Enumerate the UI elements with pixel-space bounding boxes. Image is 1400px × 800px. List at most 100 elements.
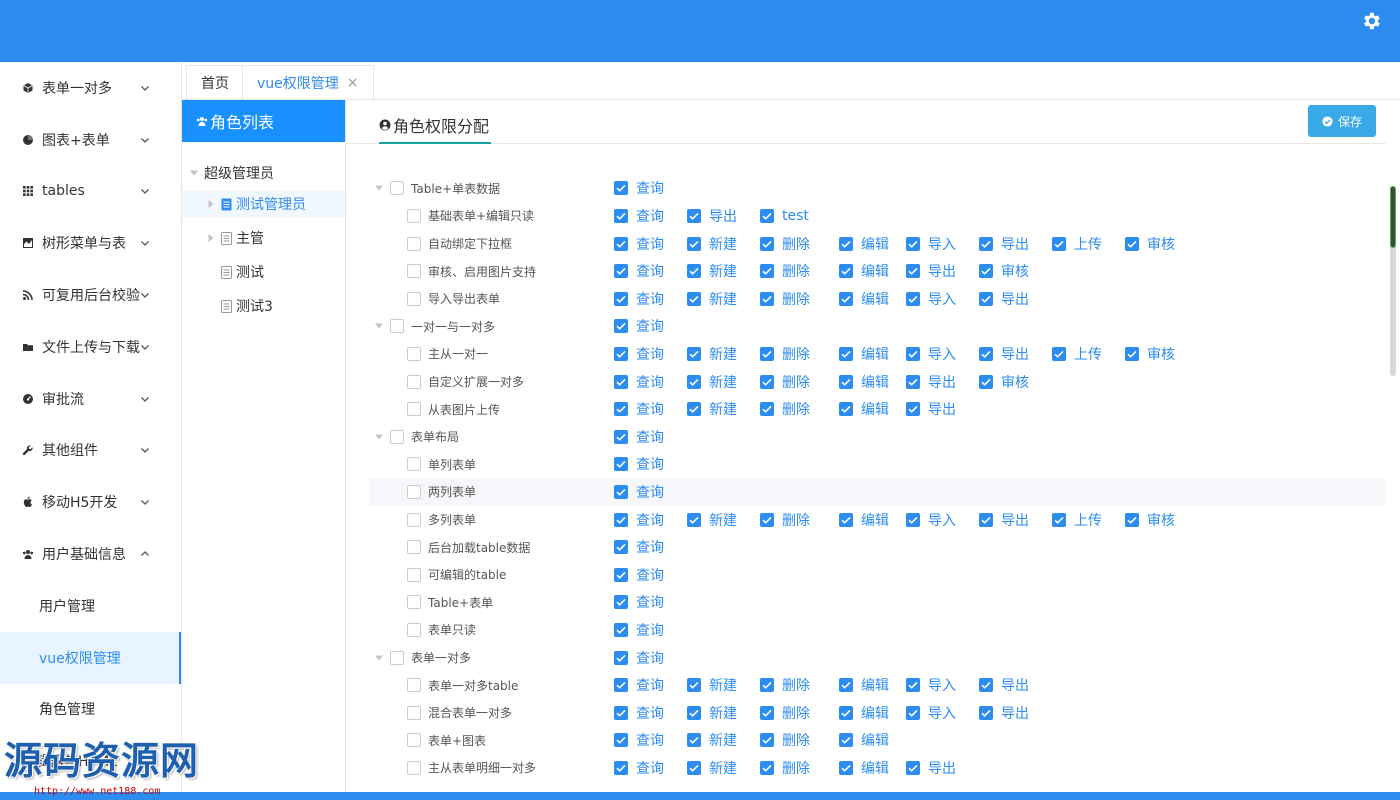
checkbox-checked[interactable] [614,346,628,361]
permission-action-checkbox[interactable]: 导出 [979,671,1029,699]
checkbox-checked[interactable] [760,733,774,748]
row-checkbox[interactable] [407,264,421,279]
permission-action-checkbox[interactable]: 查询 [614,754,664,782]
permission-action-checkbox[interactable]: 导出 [906,395,956,423]
permission-action-checkbox[interactable]: 新建 [687,368,737,396]
sidebar-sub-item[interactable]: vue权限管理 [0,631,181,684]
sidebar-menu-item[interactable]: 图表+表单 [0,114,181,166]
permission-action-checkbox[interactable]: 删除 [760,699,810,727]
checkbox-checked[interactable] [614,484,628,499]
checkbox-checked[interactable] [760,512,774,527]
checkbox-checked[interactable] [1125,512,1139,527]
checkbox-checked[interactable] [760,402,774,417]
checkbox-checked[interactable] [760,374,774,389]
permission-action-checkbox[interactable]: 上传 [1052,230,1102,258]
checkbox-checked[interactable] [906,402,920,417]
checkbox-checked[interactable] [839,346,853,361]
row-checkbox[interactable] [407,678,421,693]
row-checkbox[interactable] [407,622,421,637]
row-checkbox[interactable] [407,236,421,251]
checkbox-checked[interactable] [1052,346,1066,361]
checkbox-checked[interactable] [687,346,701,361]
gear-icon[interactable] [1360,10,1382,32]
permission-action-checkbox[interactable]: 导出 [979,230,1029,258]
checkbox-checked[interactable] [979,374,993,389]
checkbox-checked[interactable] [906,705,920,720]
checkbox-checked[interactable] [614,374,628,389]
checkbox-checked[interactable] [760,346,774,361]
checkbox-checked[interactable] [687,512,701,527]
sidebar-sub-item[interactable]: 角色管理 [0,684,181,736]
permission-action-checkbox[interactable]: 查询 [614,699,664,727]
checkbox-checked[interactable] [614,429,628,444]
permission-action-checkbox[interactable]: 新建 [687,395,737,423]
checkbox-checked[interactable] [839,374,853,389]
permission-action-checkbox[interactable]: 删除 [760,395,810,423]
row-checkbox[interactable] [407,733,421,748]
sidebar-menu-item[interactable]: 表单一对多 [0,62,181,114]
permission-action-checkbox[interactable]: 审核 [979,257,1029,285]
permission-action-checkbox[interactable]: 查询 [614,202,664,230]
role-tree-node[interactable]: 主管 [182,225,264,251]
checkbox-checked[interactable] [979,346,993,361]
role-tree-node[interactable]: 测试 [182,259,264,285]
permission-action-checkbox[interactable]: 查询 [614,395,664,423]
checkbox-checked[interactable] [687,678,701,693]
checkbox-checked[interactable] [687,374,701,389]
checkbox-checked[interactable] [614,402,628,417]
row-checkbox[interactable] [407,374,421,389]
checkbox-checked[interactable] [760,291,774,306]
checkbox-checked[interactable] [614,540,628,555]
permission-action-checkbox[interactable]: 新建 [687,699,737,727]
sidebar-menu-item[interactable]: 其他组件 [0,425,181,477]
permission-action-checkbox[interactable]: 查询 [614,313,664,341]
checkbox-checked[interactable] [614,705,628,720]
permission-action-checkbox[interactable]: 导入 [906,285,956,313]
checkbox-checked[interactable] [979,705,993,720]
checkbox-checked[interactable] [979,236,993,251]
permission-action-checkbox[interactable]: 新建 [687,230,737,258]
permission-action-checkbox[interactable]: 新建 [687,340,737,368]
caret-down-icon[interactable] [375,322,383,330]
checkbox-checked[interactable] [760,236,774,251]
permission-action-checkbox[interactable]: 编辑 [839,368,889,396]
permission-action-checkbox[interactable]: 编辑 [839,257,889,285]
checkbox-checked[interactable] [614,319,628,334]
permission-action-checkbox[interactable]: 查询 [614,727,664,755]
permission-action-checkbox[interactable]: 上传 [1052,506,1102,534]
row-checkbox[interactable] [407,484,421,499]
checkbox-checked[interactable] [614,678,628,693]
checkbox-checked[interactable] [906,236,920,251]
permission-action-checkbox[interactable]: 查询 [614,230,664,258]
checkbox-checked[interactable] [614,650,628,665]
checkbox-checked[interactable] [979,264,993,279]
permission-action-checkbox[interactable]: 新建 [687,257,737,285]
permission-action-checkbox[interactable]: 导入 [906,506,956,534]
permission-action-checkbox[interactable]: 查询 [614,644,664,672]
permission-action-checkbox[interactable]: 导出 [906,257,956,285]
permission-action-checkbox[interactable]: 审核 [1125,506,1175,534]
checkbox-checked[interactable] [687,291,701,306]
permission-action-checkbox[interactable]: 新建 [687,506,737,534]
checkbox-checked[interactable] [839,291,853,306]
permission-action-checkbox[interactable]: 上传 [1052,340,1102,368]
checkbox-checked[interactable] [839,705,853,720]
permission-action-checkbox[interactable]: 新建 [687,754,737,782]
checkbox-checked[interactable] [687,733,701,748]
permission-action-checkbox[interactable]: 导出 [979,285,1029,313]
row-checkbox[interactable] [407,208,421,223]
row-checkbox[interactable] [407,346,421,361]
checkbox-checked[interactable] [906,346,920,361]
checkbox-checked[interactable] [906,760,920,775]
checkbox-checked[interactable] [1052,512,1066,527]
permission-action-checkbox[interactable]: 查询 [614,257,664,285]
permission-action-checkbox[interactable]: 编辑 [839,727,889,755]
checkbox-checked[interactable] [614,595,628,610]
checkbox-checked[interactable] [906,291,920,306]
permission-action-checkbox[interactable]: 查询 [614,616,664,644]
checkbox-checked[interactable] [614,457,628,472]
checkbox-checked[interactable] [979,291,993,306]
tab-vue-permission[interactable]: vue权限管理 × [242,65,374,99]
permission-action-checkbox[interactable]: 审核 [1125,230,1175,258]
checkbox-checked[interactable] [614,567,628,582]
